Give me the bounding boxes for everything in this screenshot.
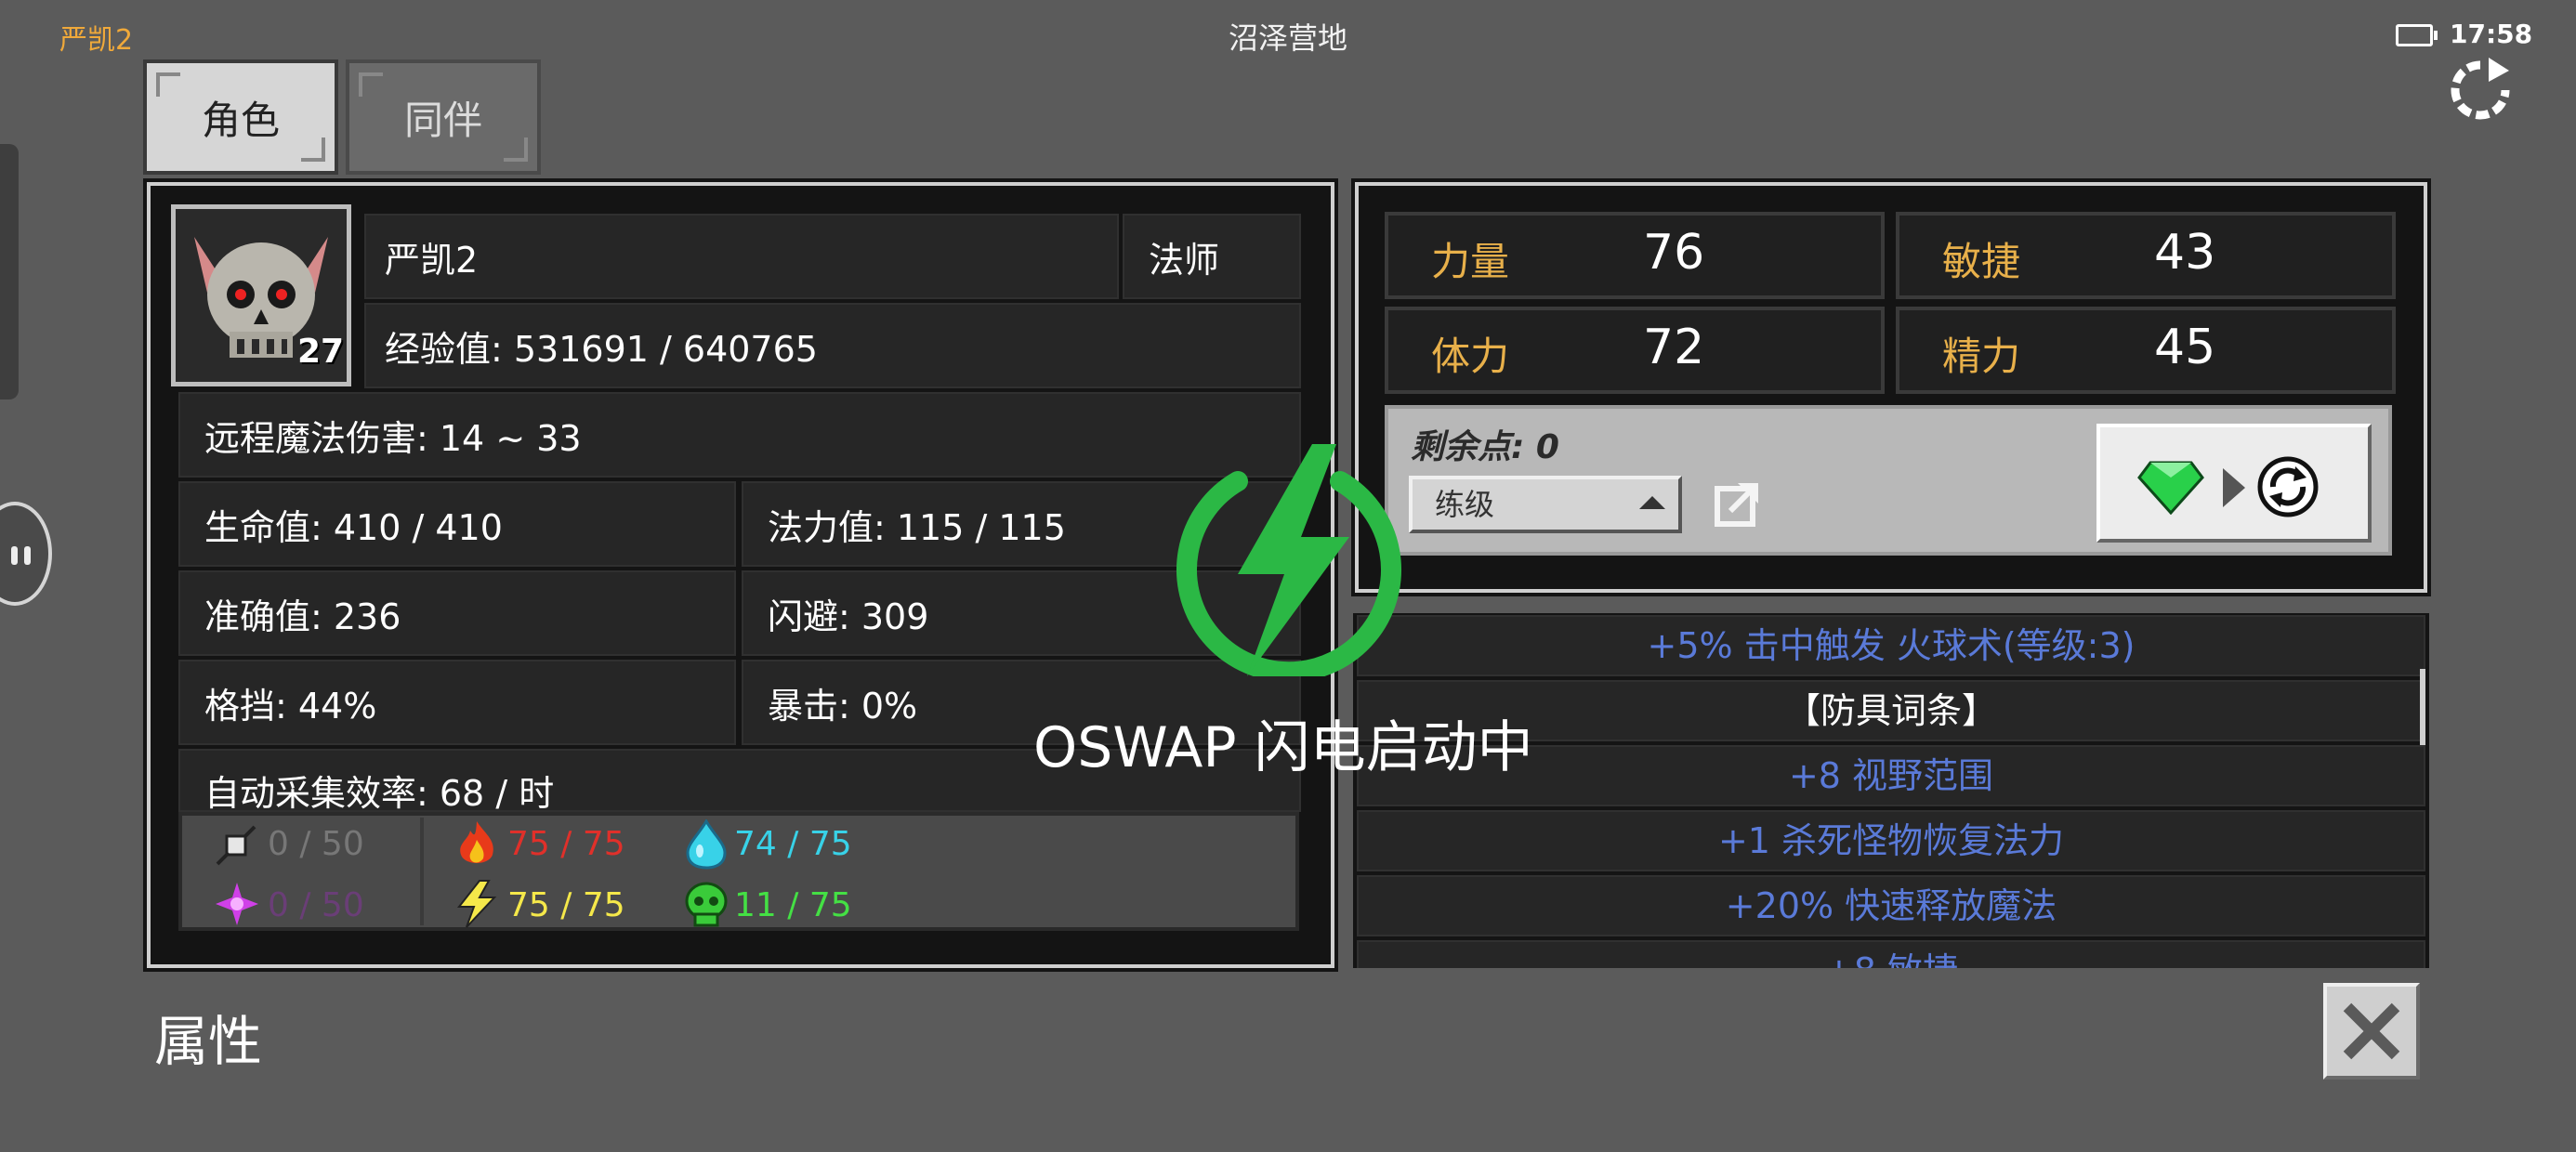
agility-value: 43	[2154, 225, 2216, 281]
overlay-status-text: OSWAP 闪电启动中	[1033, 715, 1533, 780]
energy-label: 精力	[1942, 334, 2021, 379]
location-title: 沼泽营地	[1228, 20, 1347, 56]
affix-row: +8 敏捷	[1357, 940, 2425, 968]
lightning-resist-value: 75 / 75	[507, 886, 625, 924]
reforge-button[interactable]	[2096, 424, 2372, 543]
status-time: 17:58	[2450, 19, 2533, 49]
assistant-bubble-icon[interactable]	[0, 502, 52, 606]
strength-label: 力量	[1431, 239, 1510, 284]
experience-row: 经验值: 531691 / 640765	[364, 303, 1301, 388]
resistance-divider	[420, 818, 424, 925]
battery-icon	[2396, 24, 2438, 46]
refresh-circle-icon	[2257, 456, 2319, 517]
affix-row: +1 杀死怪物恢复法力	[1357, 810, 2425, 871]
hp-row: 生命值: 410 / 410	[178, 481, 736, 567]
chevron-up-icon	[1639, 496, 1665, 509]
tab-companion[interactable]: 同伴	[346, 59, 541, 175]
arrow-right-icon	[2223, 468, 2245, 507]
physical-resist-value: 0 / 50	[268, 825, 364, 863]
agility-label: 敏捷	[1942, 239, 2021, 284]
character-name: 严凯2	[364, 214, 1119, 299]
tab-corner	[504, 137, 528, 162]
accuracy-row: 准确值: 236	[178, 570, 736, 656]
arcane-icon	[216, 883, 258, 925]
mode-select[interactable]: 练级	[1409, 476, 1682, 533]
fire-resist-value: 75 / 75	[507, 825, 625, 863]
strength-value: 76	[1643, 225, 1705, 281]
block-row: 格挡: 44%	[178, 660, 736, 745]
strength-cell: 力量 76	[1385, 212, 1885, 299]
lightning-power-icon	[1176, 444, 1401, 676]
affix-row: +5% 击中触发 火球术(等级:3)	[1357, 615, 2425, 676]
tab-character[interactable]: 角色	[143, 59, 338, 175]
mode-select-value: 练级	[1435, 487, 1495, 522]
energy-cell: 精力 45	[1896, 307, 2396, 394]
remaining-points: 剩余点: 0	[1411, 428, 1559, 466]
ranged-magic-damage-row: 远程魔法伤害: 14 ~ 33	[178, 392, 1301, 478]
stamina-label: 体力	[1431, 334, 1510, 379]
crit-text: 暴击: 0%	[768, 685, 918, 727]
refresh-icon[interactable]	[2448, 58, 2513, 123]
page-title: 属性	[154, 1010, 263, 1073]
fire-icon	[460, 821, 493, 863]
tab-corner	[301, 137, 325, 162]
mp-text: 法力值: 115 / 115	[768, 506, 1066, 548]
ranged-magic-damage-text: 远程魔法伤害: 14 ~ 33	[204, 417, 582, 459]
physical-icon	[216, 825, 256, 866]
dodge-text: 闪避: 309	[768, 596, 929, 637]
tab-corner	[156, 72, 180, 97]
close-icon	[2343, 1002, 2400, 1060]
level-badge: 27	[297, 333, 345, 371]
character-class: 法师	[1123, 214, 1301, 299]
affix-list[interactable]: +5% 击中触发 火球术(等级:3) 【防具词条】 +8 视野范围 +1 杀死怪…	[1353, 613, 2429, 968]
block-text: 格挡: 44%	[204, 685, 377, 727]
poison-resist-value: 11 / 75	[734, 886, 852, 924]
lightning-icon	[456, 880, 497, 928]
stamina-cell: 体力 72	[1385, 307, 1885, 394]
tab-companion-label: 同伴	[403, 98, 482, 143]
affix-scrollbar[interactable]	[2420, 669, 2425, 745]
poison-icon	[685, 882, 728, 927]
water-icon	[686, 819, 727, 870]
character-class-text: 法师	[1149, 239, 1220, 281]
energy-value: 45	[2154, 320, 2216, 375]
agility-cell: 敏捷 43	[1896, 212, 2396, 299]
water-resist-value: 74 / 75	[734, 825, 852, 863]
character-name-text: 严凯2	[385, 239, 479, 281]
gem-icon	[2137, 461, 2204, 515]
hp-text: 生命值: 410 / 410	[204, 506, 503, 548]
tab-corner	[359, 72, 383, 97]
stamina-value: 72	[1643, 320, 1705, 375]
export-icon[interactable]	[1714, 479, 1762, 528]
gather-rate-text: 自动采集效率: 68 / 时	[204, 773, 555, 812]
experience-text: 经验值: 531691 / 640765	[385, 328, 818, 370]
close-button[interactable]	[2323, 983, 2420, 1080]
side-drawer-handle[interactable]	[0, 144, 19, 399]
affix-row: +20% 快速释放魔法	[1357, 875, 2425, 936]
arcane-resist-value: 0 / 50	[268, 886, 364, 924]
tab-character-label: 角色	[201, 98, 280, 143]
accuracy-text: 准确值: 236	[204, 596, 401, 637]
